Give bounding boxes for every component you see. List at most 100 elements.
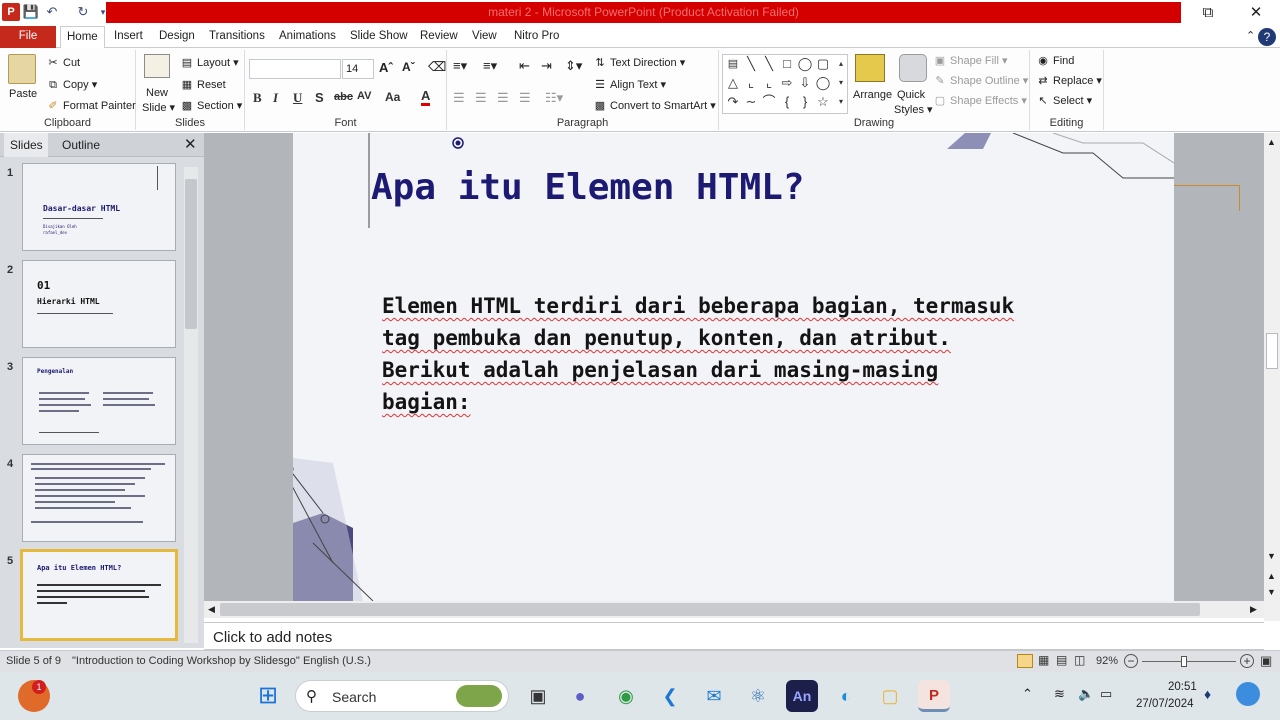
- line2-shape-icon[interactable]: ╲: [761, 57, 777, 71]
- mail-icon[interactable]: ✉: [698, 680, 730, 712]
- quick-styles-button-2[interactable]: Styles ▾: [894, 103, 933, 116]
- copy-button[interactable]: ⧉ Copy ▾: [46, 78, 97, 92]
- language[interactable]: English (U.S.): [303, 655, 371, 667]
- task-view-icon[interactable]: ▣: [522, 680, 554, 712]
- layout-button[interactable]: ▤ Layout ▾: [180, 56, 239, 70]
- elbow-shape-icon[interactable]: ⌞: [743, 76, 759, 90]
- zoom-out-icon[interactable]: −: [1124, 654, 1138, 668]
- bold-button[interactable]: B: [253, 90, 262, 106]
- zoom-slider-thumb[interactable]: [1181, 656, 1187, 667]
- down-arrow-shape-icon[interactable]: ⇩: [797, 76, 813, 90]
- find-button[interactable]: ◉ Find: [1036, 54, 1074, 68]
- align-center-icon[interactable]: ☰: [475, 90, 487, 106]
- change-case-button[interactable]: Aa: [385, 90, 400, 104]
- normal-view-icon[interactable]: [1017, 654, 1033, 668]
- curve-shape-icon[interactable]: ↷: [725, 95, 741, 109]
- arrange-icon[interactable]: [855, 54, 885, 82]
- text-direction-button[interactable]: ⇅ Text Direction ▾: [593, 56, 685, 70]
- show-hidden-icons[interactable]: ⌃: [1022, 686, 1033, 702]
- convert-smartart-button[interactable]: ▩ Convert to SmartArt ▾: [593, 99, 716, 113]
- quick-styles-icon[interactable]: [899, 54, 927, 82]
- tab-design[interactable]: Design: [153, 26, 201, 48]
- next-slide-icon[interactable]: ▼: [1267, 587, 1276, 597]
- align-left-icon[interactable]: ☰: [453, 90, 465, 106]
- slide-title[interactable]: Apa itu Elemen HTML?: [371, 167, 804, 208]
- shrink-font-icon[interactable]: Aˇ: [402, 60, 415, 74]
- slide-sorter-icon[interactable]: ▦: [1038, 653, 1049, 667]
- horizontal-scrollbar[interactable]: ◀ ▶: [204, 601, 1264, 618]
- gallery-more-icon[interactable]: ▾: [833, 95, 849, 109]
- decrease-indent-icon[interactable]: ⇤: [519, 58, 530, 74]
- new-slide-label[interactable]: New: [146, 87, 168, 99]
- slide-thumbnail-4[interactable]: [22, 454, 176, 542]
- tab-insert[interactable]: Insert: [108, 26, 149, 48]
- slide-canvas[interactable]: Apa itu Elemen HTML? Elemen HTML terdiri…: [293, 133, 1174, 601]
- replace-button[interactable]: ⇄ Replace ▾: [1036, 74, 1102, 88]
- line-spacing-icon[interactable]: ⇕▾: [565, 58, 582, 74]
- save-icon[interactable]: 💾: [22, 3, 40, 21]
- clock-date[interactable]: 27/07/2024: [1136, 698, 1194, 710]
- fit-window-icon[interactable]: ▣: [1260, 653, 1272, 669]
- battery-icon[interactable]: ▭: [1100, 686, 1112, 702]
- clock-time[interactable]: 20:51: [1168, 681, 1197, 693]
- numbering-icon[interactable]: ≡▾: [483, 58, 497, 74]
- shape-fill-button[interactable]: ▣ Shape Fill ▾: [933, 54, 1008, 68]
- thumbs-scrollbar[interactable]: [184, 167, 198, 643]
- shadow-button[interactable]: S: [315, 90, 324, 105]
- cut-button[interactable]: ✂ Cut: [46, 56, 80, 70]
- reset-button[interactable]: ▦ Reset: [180, 78, 226, 92]
- shapes-gallery[interactable]: ▤ ╲ ╲ □ ◯ ▢ △ ⌞ ⌞ ⇨ ⇩ ◯ ↷ ∼ ⌒ { } ☆ ▴ ▾ …: [722, 54, 848, 114]
- file-explorer-icon[interactable]: ▢: [874, 680, 906, 712]
- line-shape-icon[interactable]: ╲: [743, 57, 759, 71]
- notes-placeholder[interactable]: Click to add notes: [213, 629, 332, 646]
- clear-format-icon[interactable]: ⌫: [428, 59, 446, 75]
- taskbar-search[interactable]: ⚲ Search: [295, 680, 509, 712]
- freeform-shape-icon[interactable]: ∼: [743, 95, 759, 109]
- chevron-shape-icon[interactable]: ◯: [815, 76, 831, 90]
- slide-body[interactable]: Elemen HTML terdiri dari beberapa bagian…: [382, 290, 1102, 418]
- wifi-icon[interactable]: ≋: [1054, 686, 1065, 702]
- shape-effects-button[interactable]: ▢ Shape Effects ▾: [933, 94, 1027, 108]
- tab-file[interactable]: File: [0, 26, 56, 48]
- justify-icon[interactable]: ☰: [519, 90, 531, 106]
- font-color-button[interactable]: A: [421, 88, 431, 106]
- char-spacing-button[interactable]: AV: [357, 90, 371, 102]
- rounded-rect-shape-icon[interactable]: ▢: [815, 57, 831, 71]
- tab-animations[interactable]: Animations: [273, 26, 342, 48]
- grow-font-icon[interactable]: Aˆ: [379, 60, 393, 75]
- windows-start-icon[interactable]: ⊞: [252, 680, 284, 712]
- connector-shape-icon[interactable]: ⌞: [761, 76, 777, 90]
- notes-pane[interactable]: Click to add notes: [204, 622, 1264, 650]
- reading-view-icon[interactable]: ▤: [1056, 653, 1067, 667]
- new-slide-icon[interactable]: [144, 54, 170, 78]
- textbox-shape-icon[interactable]: ▤: [725, 57, 741, 71]
- restore-icon[interactable]: ⧉: [1188, 2, 1228, 24]
- vscroll-thumb[interactable]: [1266, 333, 1278, 369]
- tab-view[interactable]: View: [466, 26, 503, 48]
- paste-button[interactable]: Paste: [9, 88, 37, 100]
- bullets-icon[interactable]: ≡▾: [453, 58, 467, 74]
- align-right-icon[interactable]: ☰: [497, 90, 509, 106]
- zoom-level[interactable]: 92%: [1096, 655, 1118, 667]
- arc-shape-icon[interactable]: ⌒: [761, 95, 777, 109]
- font-name-field[interactable]: [249, 59, 341, 79]
- redo-icon[interactable]: ↻: [74, 3, 92, 21]
- copilot-icon[interactable]: [1236, 682, 1260, 706]
- undo-icon[interactable]: ↶: [43, 3, 61, 21]
- oval-shape-icon[interactable]: ◯: [797, 57, 813, 71]
- scroll-left-icon[interactable]: ◀: [208, 604, 215, 615]
- columns-icon[interactable]: ☷▾: [545, 90, 563, 106]
- tab-nitro-pro[interactable]: Nitro Pro: [508, 26, 565, 48]
- gallery-down-icon[interactable]: ▾: [833, 76, 849, 90]
- electron-icon[interactable]: ⚛: [742, 680, 774, 712]
- prev-slide-icon[interactable]: ▲: [1267, 571, 1276, 581]
- arrange-button[interactable]: Arrange: [853, 89, 892, 101]
- tab-slides[interactable]: Slides: [4, 133, 48, 157]
- slide-thumbnail-1[interactable]: Dasar-dasar HTML Disajikan Oleh rafael_d…: [22, 163, 176, 251]
- tab-home[interactable]: Home: [60, 26, 105, 49]
- volume-icon[interactable]: 🔈: [1078, 686, 1094, 702]
- hscroll-thumb[interactable]: [220, 603, 1200, 616]
- close-icon[interactable]: ✕: [1236, 2, 1276, 24]
- vscode-icon[interactable]: ❮: [654, 680, 686, 712]
- align-text-button[interactable]: ☰ Align Text ▾: [593, 78, 666, 92]
